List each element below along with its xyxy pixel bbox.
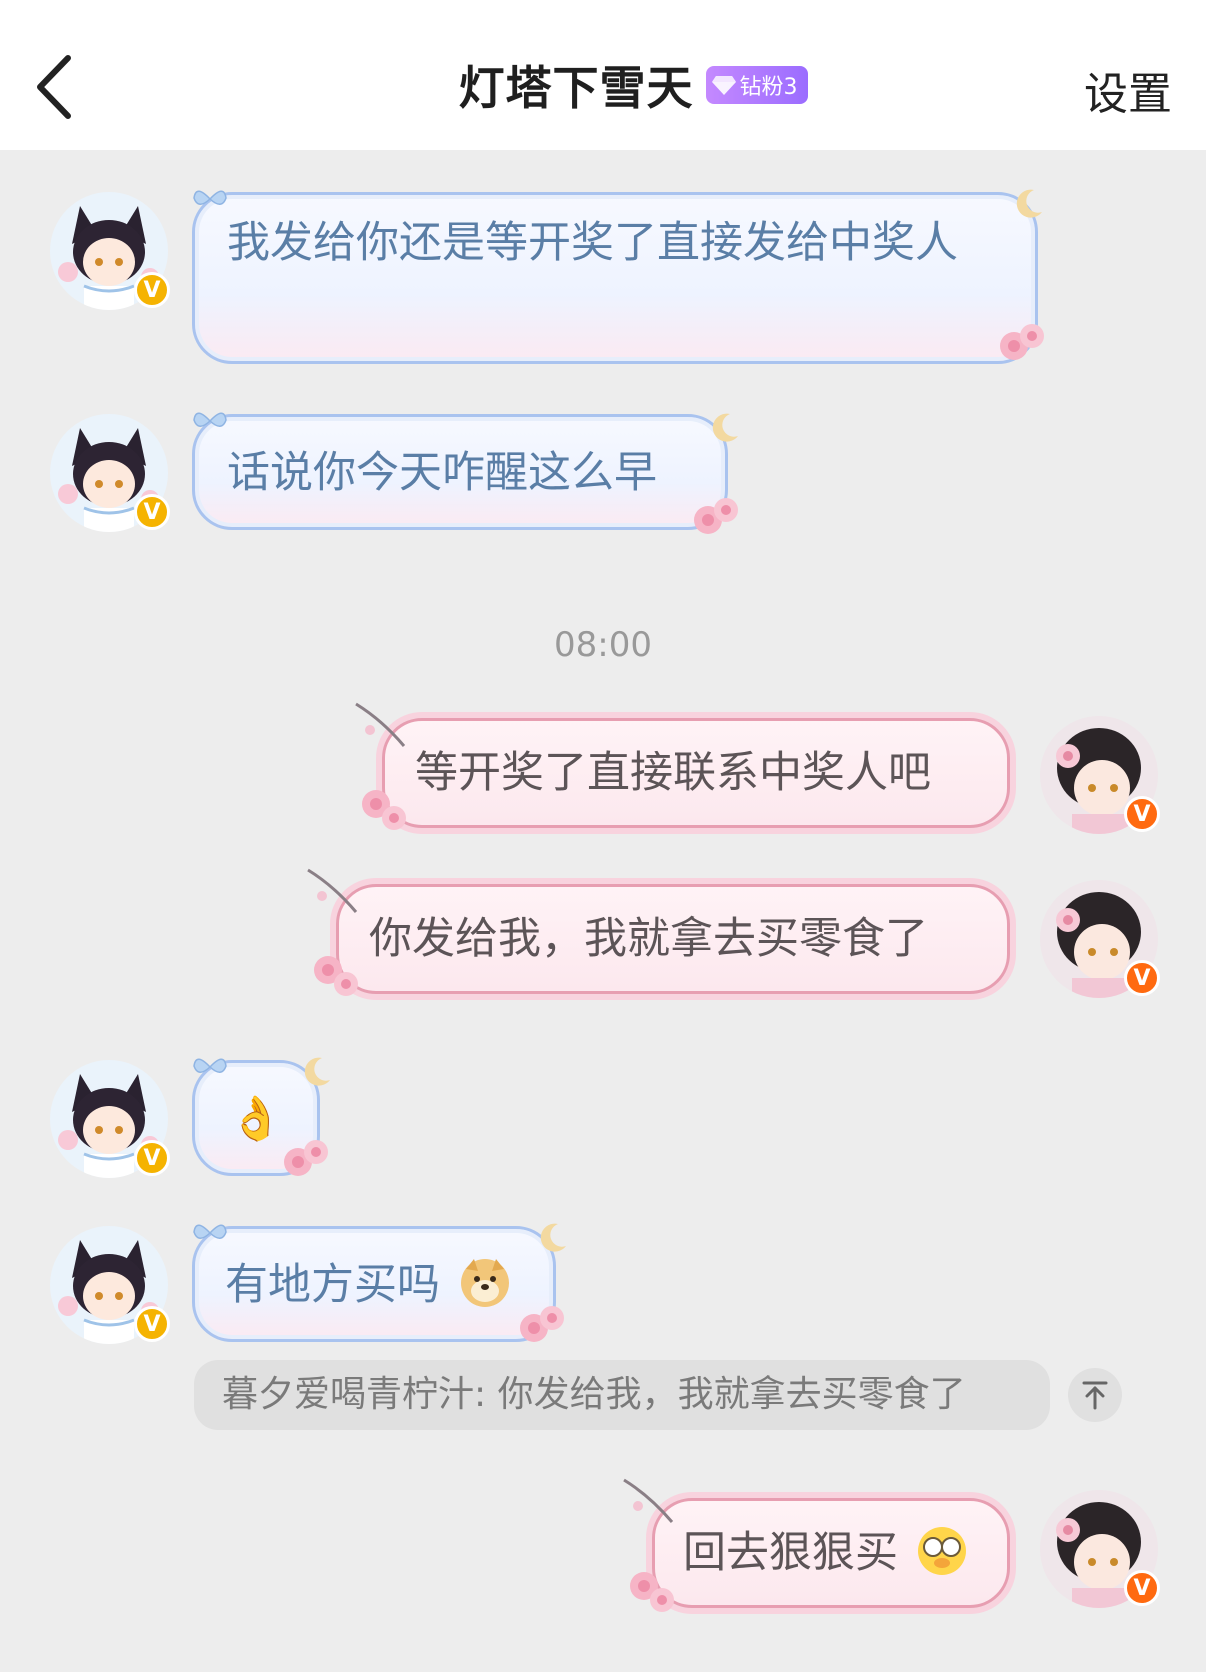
message-bubble-self[interactable]: 等开奖了直接联系中奖人吧 <box>382 718 1010 828</box>
ok-hand-emoji: 👌 <box>229 1094 283 1144</box>
message-bubble[interactable]: 👌 <box>192 1060 320 1176</box>
message-bubble-self[interactable]: 回去狠狠买 <box>652 1498 1010 1608</box>
avatar-other[interactable]: V <box>50 192 170 310</box>
verified-badge-icon: V <box>1124 1570 1160 1606</box>
timestamp: 08:00 <box>554 625 652 665</box>
quoted-message[interactable]: 暮夕爱喝青柠汁: 你发给我，我就拿去买零食了 <box>194 1360 1050 1430</box>
avatar-other[interactable]: V <box>50 1060 170 1178</box>
message-bubble-self[interactable]: 你发给我，我就拿去买零食了 <box>336 884 1010 994</box>
message-text: 回去狠狠买 <box>683 1528 898 1578</box>
fan-level-badge: 钻粉3 <box>705 66 808 104</box>
message-text: 我发给你还是等开奖了直接发给中奖人 <box>227 218 958 268</box>
verified-badge-icon: V <box>134 494 170 530</box>
avatar-self[interactable]: V <box>1040 880 1160 998</box>
avatar-other[interactable]: V <box>50 1226 170 1344</box>
doge-emoji-icon <box>460 1259 509 1307</box>
message-bubble[interactable]: 我发给你还是等开奖了直接发给中奖人 <box>192 192 1038 364</box>
top-bar: 灯塔下雪天 钻粉3 设置 <box>0 0 1206 150</box>
glasses-emoji-icon <box>917 1527 966 1575</box>
verified-badge-icon: V <box>134 272 170 308</box>
message-text: 你发给我，我就拿去买零食了 <box>369 914 928 964</box>
message-bubble[interactable]: 有地方买吗 <box>192 1226 556 1342</box>
verified-badge-icon: V <box>1124 796 1160 832</box>
verified-badge-icon: V <box>134 1306 170 1342</box>
message-bubble[interactable]: 话说你今天咋醒这么早 <box>192 414 728 530</box>
chat-title: 灯塔下雪天 <box>458 61 694 115</box>
settings-button[interactable]: 设置 <box>1084 58 1172 122</box>
fan-level-label: 钻粉3 <box>739 75 798 100</box>
message-text: 等开奖了直接联系中奖人吧 <box>415 748 931 798</box>
jump-to-quote-button[interactable] <box>1068 1368 1122 1422</box>
message-text: 有地方买吗 <box>225 1260 440 1310</box>
arrow-up-icon <box>1082 1381 1108 1410</box>
avatar-self[interactable]: V <box>1040 1490 1160 1608</box>
verified-badge-icon: V <box>1124 960 1160 996</box>
avatar-other[interactable]: V <box>50 414 170 532</box>
verified-badge-icon: V <box>134 1140 170 1176</box>
message-text: 话说你今天咋醒这么早 <box>227 448 657 498</box>
avatar-self[interactable]: V <box>1040 716 1160 834</box>
diamond-icon <box>711 76 736 95</box>
